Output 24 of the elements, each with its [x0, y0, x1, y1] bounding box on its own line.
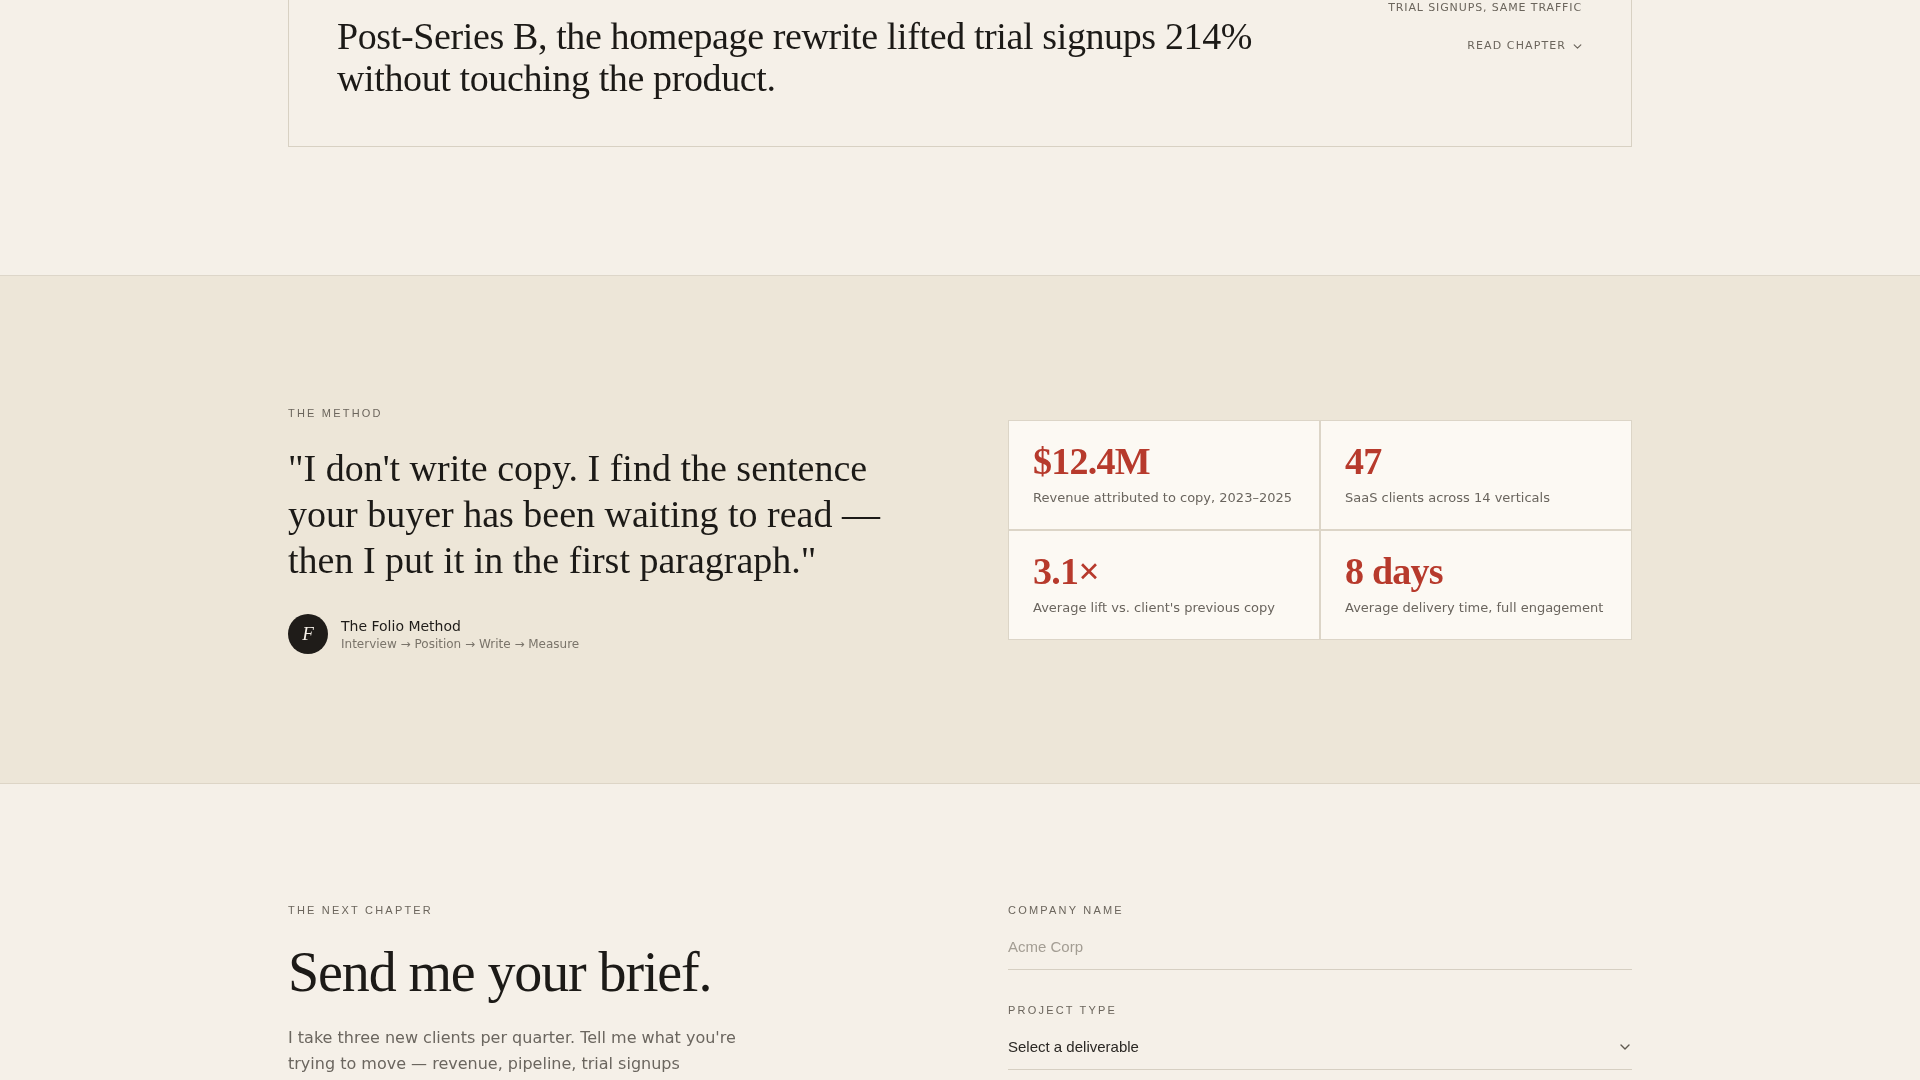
chevron-down-icon — [1620, 1044, 1630, 1050]
method-steps: Interview → Position → Write → Measure — [341, 636, 580, 652]
select-field[interactable]: Select a deliverable — [1008, 1029, 1632, 1070]
monogram-avatar: F — [288, 614, 328, 654]
input-field[interactable]: Acme Corp — [1008, 929, 1632, 970]
stat-label: Revenue attributed to copy, 2023–2025 — [1033, 488, 1293, 507]
stat-value: 47 — [1345, 442, 1383, 479]
stat-label: SaaS clients across 14 verticals — [1345, 488, 1551, 507]
brief-heading: Send me your brief. — [288, 941, 713, 1003]
stat-label: Average lift vs. client's previous copy — [1033, 598, 1276, 617]
field-label: PROJECT TYPE — [1008, 1003, 1119, 1018]
metric-caption: TRIAL SIGNUPS, SAME TRAFFIC — [1388, 0, 1582, 16]
stat-value: 3.1× — [1033, 552, 1101, 589]
chapter-headline: Post-Series B, the homepage rewrite lifted trial signups 214% without touching the product. — [337, 14, 1254, 101]
read-chapter-button[interactable]: READ CHAPTER — [1467, 38, 1582, 54]
author-name: The Folio Method — [341, 617, 462, 636]
brief-intro: I take three new clients per quarter. Tell me what you're trying to move — revenue, pipeline, trial signups — [288, 1027, 737, 1075]
field-label: COMPANY NAME — [1008, 903, 1125, 918]
section-eyebrow: THE NEXT CHAPTER — [288, 903, 434, 918]
stat-label: Average delivery time, full engagement — [1345, 598, 1605, 617]
method-quote: "I don't write copy. I find the sentence your buyer has been waiting to read — then I put it in the first paragraph." — [288, 446, 882, 583]
stat-value: $12.4M — [1033, 442, 1151, 479]
chevron-down-icon — [1573, 43, 1582, 49]
section-eyebrow: THE METHOD — [288, 406, 384, 421]
